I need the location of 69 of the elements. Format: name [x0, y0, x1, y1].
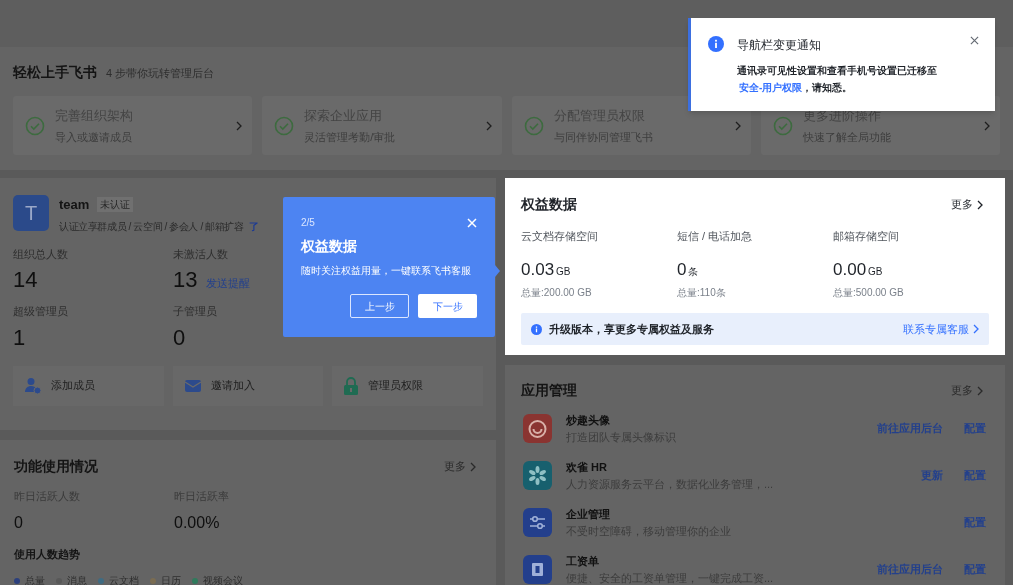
app-action-link[interactable]: 前往应用后台	[877, 561, 943, 578]
chevron-right-icon	[973, 324, 979, 334]
stat-value: 0.00%	[174, 512, 221, 533]
chevron-right-icon	[470, 461, 476, 472]
previous-button[interactable]: 上一步	[350, 294, 409, 318]
benefit-label: 邮箱存储空间	[833, 229, 900, 244]
more-link[interactable]: 更多	[951, 196, 983, 213]
app-action-link[interactable]: 配置	[964, 561, 986, 578]
close-icon[interactable]	[970, 36, 979, 45]
benefit-total: 总量:500.00 GB	[833, 286, 905, 300]
benefit-total: 总量:110条	[677, 286, 727, 300]
chevron-right-icon	[485, 120, 492, 131]
quick-action-button[interactable]: 添加成员	[13, 365, 164, 406]
notification-message: 通讯录可见性设置和查看手机号设置已迁移至 安全-用户权限，请知悉。	[737, 64, 938, 95]
tour-title: 权益数据	[301, 237, 358, 256]
app-name: 欢雀 HR	[566, 460, 608, 475]
app-action-link[interactable]: 配置	[964, 467, 986, 484]
info-icon	[531, 323, 542, 335]
app-action-link[interactable]: 配置	[964, 420, 986, 437]
sliders-app-icon	[523, 508, 552, 537]
upgrade-text: 升级版本，享更多专属权益及服务	[549, 321, 715, 337]
app-action-link[interactable]: 配置	[964, 514, 986, 531]
team-avatar: T	[13, 195, 49, 231]
quick-action-button[interactable]: 管理员权限	[332, 365, 483, 406]
chevron-right-icon	[977, 199, 983, 210]
chevron-right-icon	[734, 120, 741, 131]
people-icon	[24, 376, 42, 395]
chevron-right-icon	[984, 120, 990, 131]
benefit-value: 0.03	[521, 258, 555, 281]
stat-value: 14	[13, 267, 38, 293]
benefit-label: 短信 / 电话加急	[677, 229, 754, 244]
app-action-link[interactable]: 前往应用后台	[877, 420, 943, 437]
apps-title: 应用管理	[521, 381, 577, 400]
tour-step: 2/5	[301, 215, 315, 230]
usage-title: 功能使用情况	[14, 457, 98, 476]
info-icon	[708, 36, 724, 52]
app-name: 炒趣头像	[566, 413, 611, 428]
document-app-icon	[523, 555, 552, 584]
benefit-unit: GB	[868, 264, 883, 279]
app-action-link[interactable]: 更新	[921, 467, 943, 484]
benefit-unit: 条	[688, 264, 699, 279]
app-name: 工资单	[566, 554, 600, 569]
stat-value: 0	[173, 324, 186, 351]
benefit-value: 0.00	[833, 258, 867, 281]
team-name: team	[59, 196, 90, 214]
next-button[interactable]: 下一步	[418, 294, 477, 318]
chevron-right-icon	[236, 120, 243, 131]
benefit-label: 云文档存储空间	[521, 229, 599, 244]
flower-app-icon	[523, 461, 552, 490]
benefits-title: 权益数据	[521, 195, 577, 214]
quick-action-button[interactable]: 邀请加入	[172, 365, 324, 406]
chevron-right-icon	[977, 385, 983, 396]
benefit-unit: GB	[556, 264, 571, 279]
benefit-total: 总量:200.00 GB	[521, 286, 593, 300]
stat-value: 0	[14, 512, 24, 533]
app-name: 企业管理	[566, 507, 611, 522]
envelope-icon	[183, 377, 202, 394]
verification-tag: 未认证	[97, 197, 134, 213]
stat-value: 1	[13, 324, 26, 351]
guide-title: 轻松上手飞书	[13, 63, 97, 82]
benefit-value: 0	[677, 258, 687, 281]
permissions-link[interactable]: 安全-用户权限	[739, 82, 803, 93]
learn-more-link[interactable]: 了	[248, 218, 259, 234]
tour-text: 随时关注权益用量，一键联系飞书客服	[301, 264, 472, 278]
notification-title: 导航栏变更通知	[737, 37, 822, 54]
trend-title: 使用人数趋势	[14, 546, 81, 562]
lock-icon	[343, 376, 360, 395]
stat-value: 13	[173, 267, 198, 293]
contact-service-link[interactable]: 联系专属客服	[903, 320, 979, 338]
